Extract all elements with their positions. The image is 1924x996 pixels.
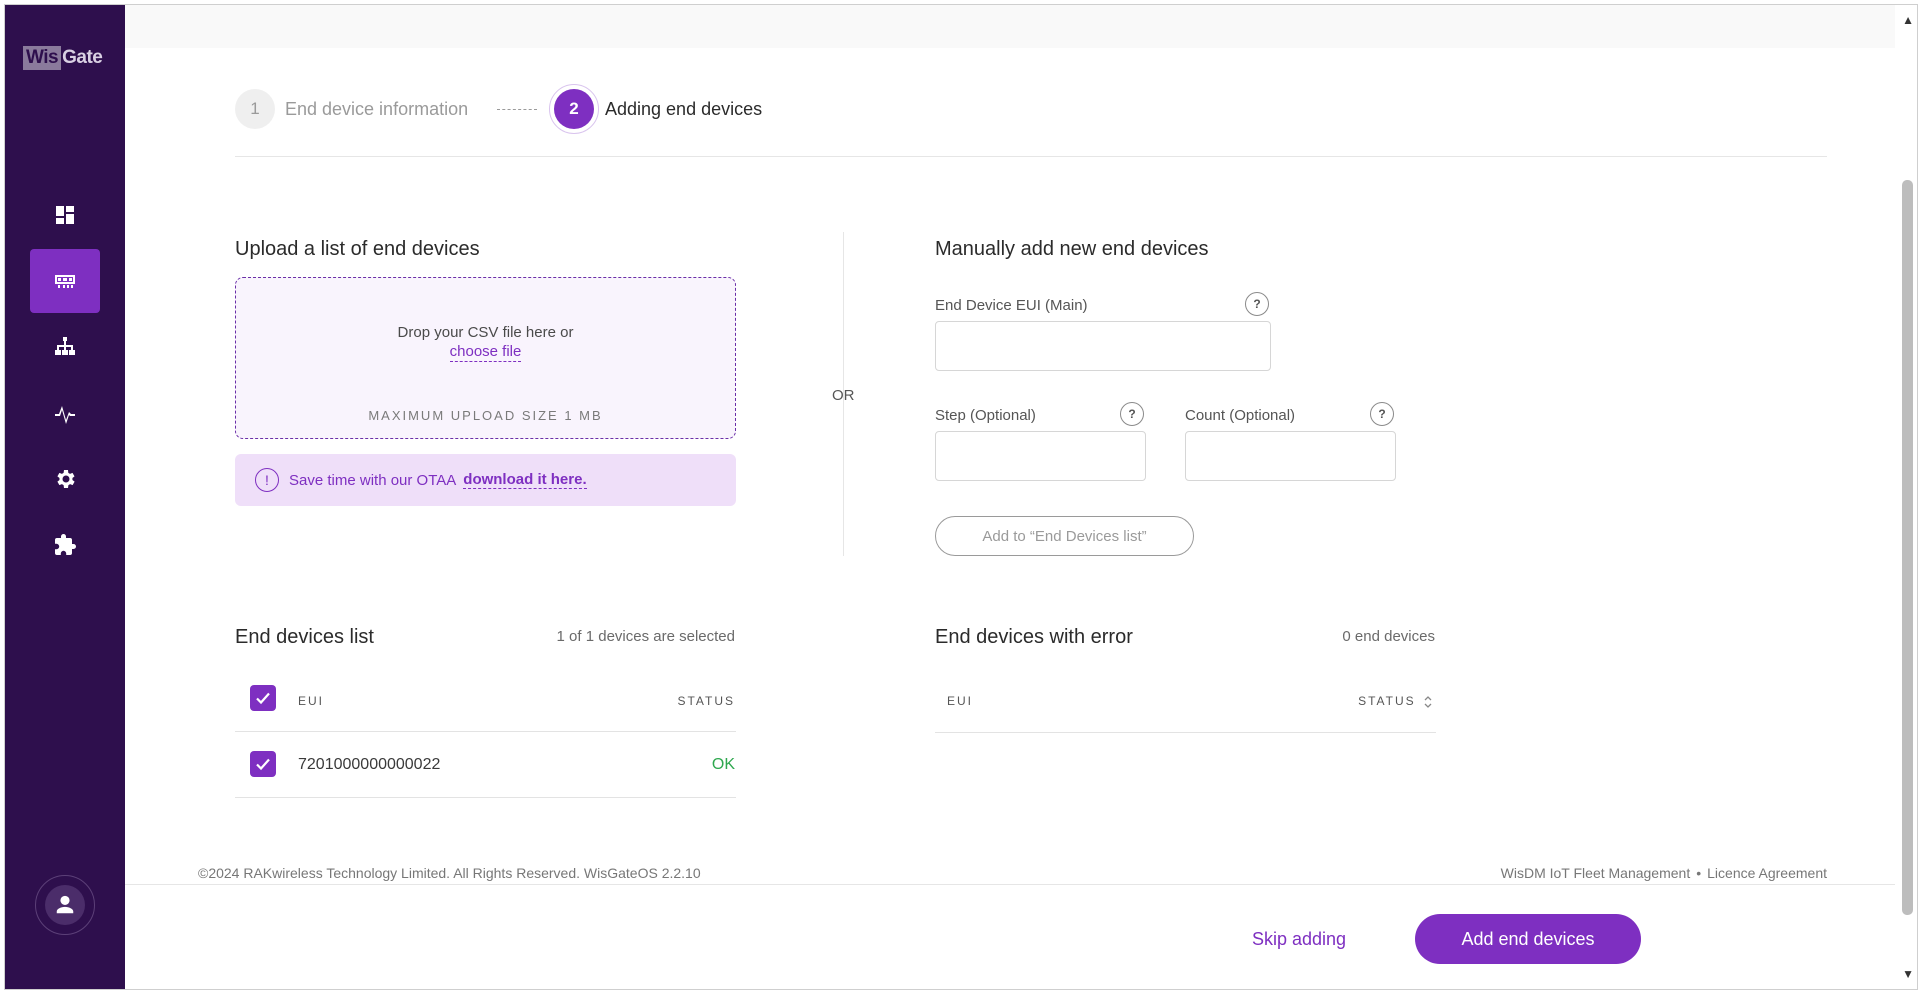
sidebar-item-network[interactable] [30,315,100,379]
eui-help-icon[interactable]: ? [1245,292,1269,316]
count-help-icon[interactable]: ? [1370,402,1394,426]
error-list-title: End devices with error [935,626,1133,648]
step1-label: End device information [285,99,469,119]
count-label: Count (Optional) [1185,407,1296,424]
table-divider [235,797,736,798]
sidebar-item-activity[interactable] [30,381,100,445]
step-input[interactable] [935,431,1146,481]
eui-label: End Device EUI (Main) [935,297,1088,314]
row-eui: 7201000000000022 [298,756,441,773]
otaa-download-link[interactable]: download it here. [463,471,587,489]
sidebar-item-end-devices[interactable] [30,249,100,313]
wisdm-link[interactable]: WisDM IoT Fleet Management [1501,865,1691,881]
select-all-checkbox[interactable] [250,685,276,711]
count-input[interactable] [1185,431,1396,481]
scrollbar-thumb[interactable] [1902,180,1913,915]
browser-window: Wis Gate 1 End device information 2 Addi… [4,4,1918,990]
end-devices-icon [55,275,75,288]
info-icon: ! [255,468,279,492]
add-end-devices-button[interactable]: Add end devices [1415,914,1641,964]
avatar-circle [45,885,85,925]
dropzone-text: Drop your CSV file here or [397,324,574,341]
user-icon [56,895,74,914]
error-count: 0 end devices [1342,628,1435,645]
extensions-icon [55,534,76,555]
step2-label: Adding end devices [605,99,763,119]
otaa-text: Save time with our OTAA [289,471,457,489]
table-divider [235,731,736,732]
licence-link[interactable]: Licence Agreement [1707,865,1827,881]
eui-input[interactable] [935,321,1271,371]
table-divider [935,732,1436,733]
step1-number: 1 [235,89,275,129]
column-header-status: STATUS [677,694,735,708]
upload-section-title: Upload a list of end devices [235,238,480,260]
wisgate-logo[interactable]: Wis Gate [23,45,109,71]
logo-wis: Wis [23,46,62,70]
footer-links: WisDM IoT Fleet Management • Licence Agree… [1405,865,1827,881]
sidebar-item-dashboard[interactable] [30,183,100,247]
max-upload-size: MAXIMUM UPLOAD SIZE 1 MB [368,408,603,423]
or-label: OR [832,387,855,404]
sidebar: Wis Gate [5,5,125,989]
settings-icon [57,470,75,488]
scroll-down-arrow-icon[interactable]: ▼ [1902,967,1914,981]
stepper-divider [235,156,1827,157]
column-header-eui: EUI [298,694,325,708]
step-help-icon[interactable]: ? [1120,402,1144,426]
scrollbar[interactable]: ▲ ▼ [1897,5,1917,989]
dashboard-icon [56,206,74,224]
row-checkbox[interactable] [250,751,276,777]
separator: • [1696,865,1702,881]
footer-divider [125,884,1895,885]
logo-gate: Gate [62,47,103,68]
skip-adding-link[interactable]: Skip adding [1252,929,1346,950]
end-devices-list-title: End devices list [235,626,374,648]
user-avatar[interactable] [35,875,95,935]
row-status: OK [711,756,735,773]
activity-icon [55,406,75,424]
error-status-label: STATUS [1358,694,1416,708]
error-column-header-eui: EUI [947,694,974,708]
step-label: Step (Optional) [935,407,1036,424]
step-connector [497,109,537,110]
sidebar-item-settings[interactable] [30,447,100,511]
selection-count: 1 of 1 devices are selected [556,628,735,645]
check-icon [256,758,270,771]
copyright: ©2024 RAKwireless Technology Limited. Al… [198,865,701,881]
error-column-header-status[interactable]: STATUS [1325,694,1433,709]
add-to-list-button[interactable]: Add to “End Devices list” [935,516,1194,556]
manual-section-title: Manually add new end devices [935,238,1209,260]
step2-number: 2 [554,89,594,129]
choose-file-wrap: choose file [236,343,735,362]
network-icon [55,337,75,355]
csv-dropzone[interactable]: Drop your CSV file here or choose file M… [235,277,736,439]
sidebar-item-extensions[interactable] [30,513,100,577]
otaa-banner: ! Save time with our OTAA download it he… [235,454,736,506]
choose-file-link[interactable]: choose file [449,343,522,362]
top-bar [125,5,1895,48]
check-icon [256,692,270,705]
scroll-up-arrow-icon[interactable]: ▲ [1902,13,1914,27]
sort-icon [1424,695,1432,708]
